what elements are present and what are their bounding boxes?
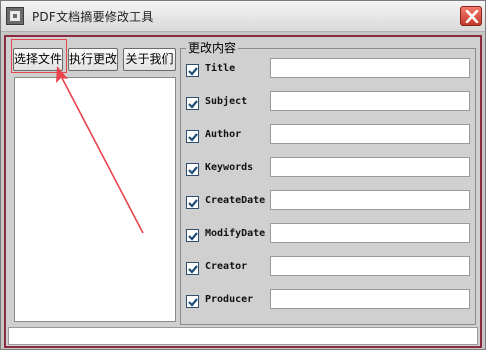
close-button[interactable] [460, 6, 482, 26]
app-window: PDF文档摘要修改工具 选择文件 执行更改 关于我们 更改内容 Title Su… [0, 0, 486, 350]
field-label-createdate: CreateDate [205, 195, 266, 206]
checkmark-icon [188, 100, 198, 109]
window-title: PDF文档摘要修改工具 [32, 10, 154, 24]
field-label-creator: Creator [205, 261, 248, 272]
field-input-title[interactable] [270, 58, 470, 78]
status-bar [8, 327, 478, 345]
field-input-modifydate[interactable] [270, 223, 470, 243]
checkbox-keywords[interactable] [186, 163, 199, 176]
file-list[interactable] [14, 77, 176, 322]
checkmark-icon [188, 199, 198, 208]
checkbox-author[interactable] [186, 130, 199, 143]
field-input-author[interactable] [270, 124, 470, 144]
field-input-keywords[interactable] [270, 157, 470, 177]
checkmark-icon [188, 298, 198, 307]
field-label-subject: Subject [205, 96, 248, 107]
field-input-producer[interactable] [270, 289, 470, 309]
execute-change-button[interactable]: 执行更改 [68, 48, 118, 71]
close-icon [465, 10, 479, 23]
field-label-modifydate: ModifyDate [205, 228, 266, 239]
field-label-author: Author [205, 129, 242, 140]
field-label-title: Title [205, 63, 236, 74]
metadata-groupbox [180, 48, 476, 325]
title-bar[interactable]: PDF文档摘要修改工具 [1, 1, 485, 32]
checkbox-createdate[interactable] [186, 196, 199, 209]
checkbox-title[interactable] [186, 64, 199, 77]
field-input-createdate[interactable] [270, 190, 470, 210]
app-icon [6, 7, 24, 25]
about-us-button[interactable]: 关于我们 [123, 48, 176, 71]
field-label-producer: Producer [205, 294, 254, 305]
group-title: 更改内容 [186, 39, 239, 56]
checkbox-producer[interactable] [186, 295, 199, 308]
select-file-button[interactable]: 选择文件 [13, 48, 63, 71]
checkbox-creator[interactable] [186, 262, 199, 275]
checkmark-icon [188, 265, 198, 274]
field-label-keywords: Keywords [205, 162, 254, 173]
checkmark-icon [188, 232, 198, 241]
main-panel: 选择文件 执行更改 关于我们 更改内容 Title Subject Author [4, 35, 482, 348]
checkbox-modifydate[interactable] [186, 229, 199, 242]
checkmark-icon [188, 67, 198, 76]
checkmark-icon [188, 133, 198, 142]
field-input-subject[interactable] [270, 91, 470, 111]
field-input-creator[interactable] [270, 256, 470, 276]
checkmark-icon [188, 166, 198, 175]
checkbox-subject[interactable] [186, 97, 199, 110]
